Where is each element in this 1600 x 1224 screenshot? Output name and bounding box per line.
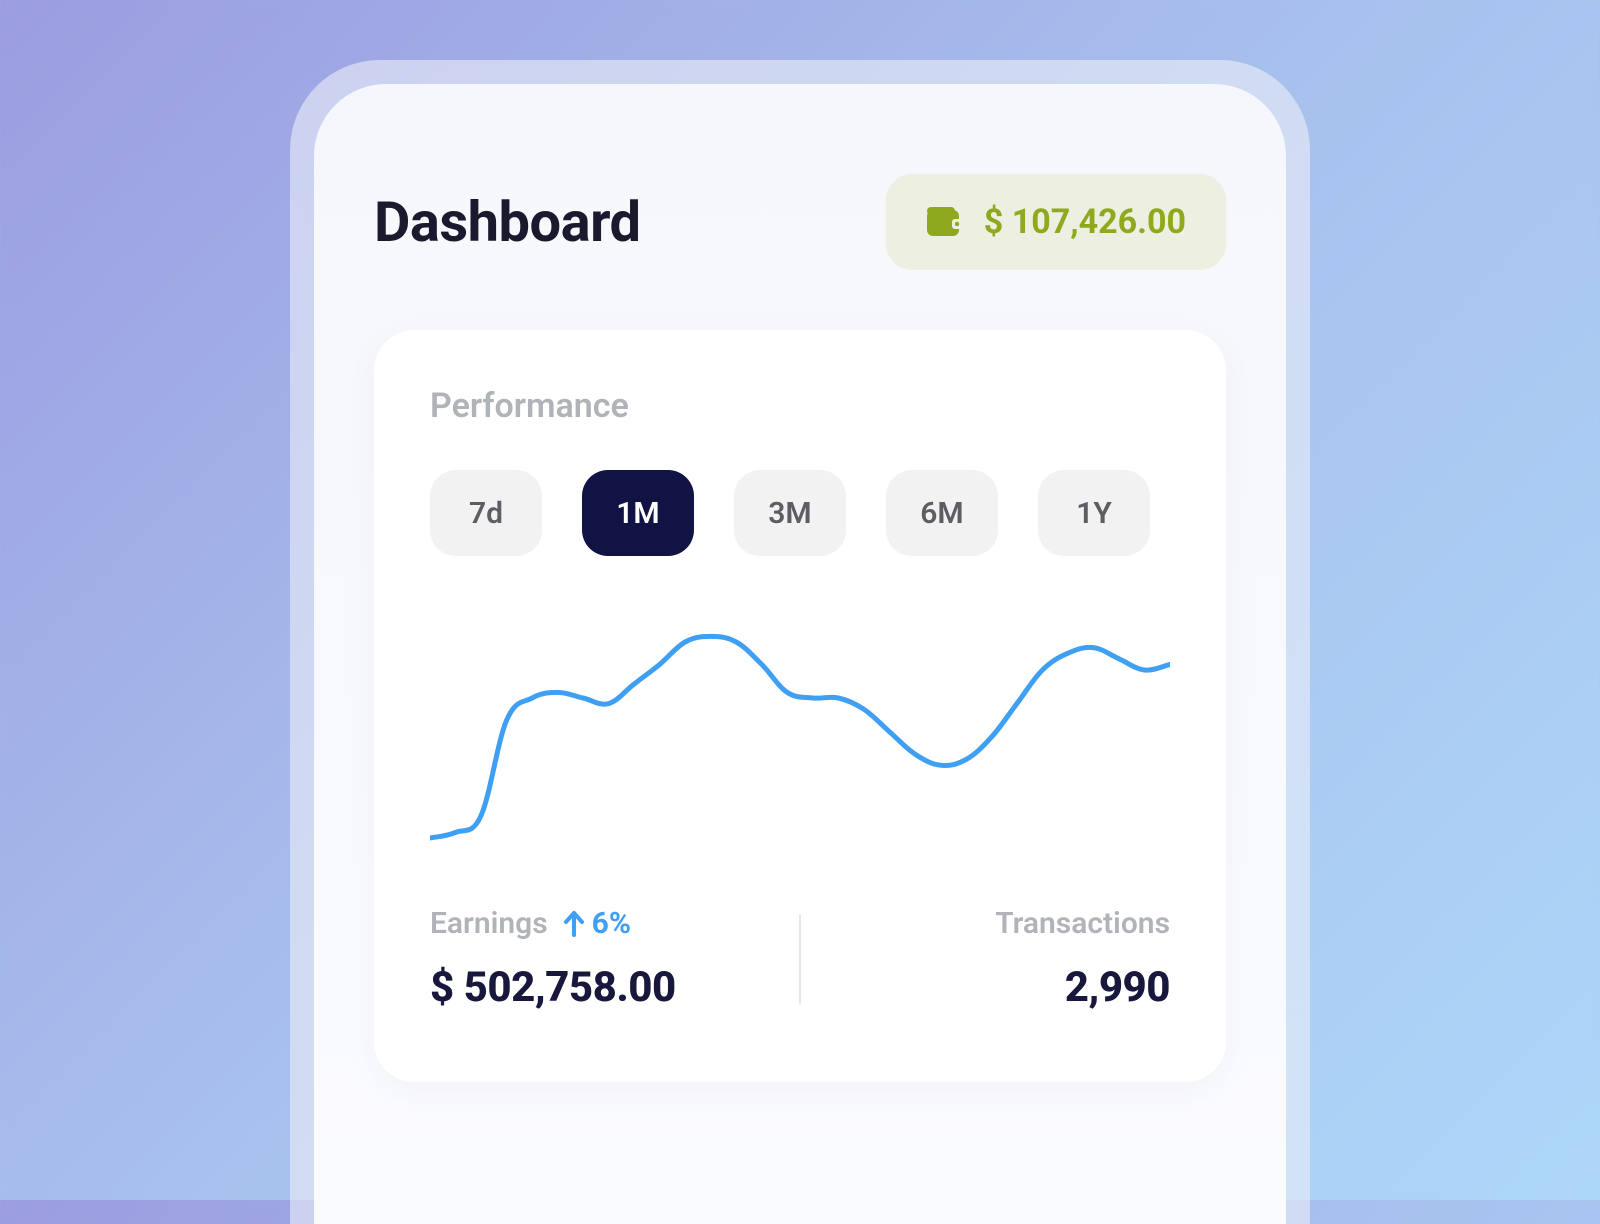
performance-chart — [430, 586, 1170, 866]
wallet-icon — [926, 206, 962, 238]
device-frame: Dashboard $ 107,426.00 Performance 7d 1M — [290, 60, 1310, 1224]
wallet-amount: $ 107,426.00 — [984, 202, 1186, 242]
arrow-up-icon — [562, 910, 586, 938]
earnings-delta: 6% — [562, 906, 631, 941]
stats-row: Earnings 6% $ 502,758.00 — [430, 906, 1170, 1012]
transactions-stat: Transactions 2,990 — [831, 906, 1170, 1012]
range-6m[interactable]: 6M — [886, 470, 998, 556]
page-title: Dashboard — [374, 189, 641, 255]
earnings-delta-value: 6% — [592, 906, 631, 941]
earnings-value: $ 502,758.00 — [430, 963, 769, 1012]
range-7d[interactable]: 7d — [430, 470, 542, 556]
range-1y[interactable]: 1Y — [1038, 470, 1150, 556]
time-range-selector: 7d 1M 3M 6M 1Y — [430, 470, 1170, 556]
card-title: Performance — [430, 386, 1170, 426]
performance-card: Performance 7d 1M 3M 6M 1Y Earnings — [374, 330, 1226, 1082]
transactions-label: Transactions — [995, 906, 1170, 941]
wallet-balance-pill[interactable]: $ 107,426.00 — [886, 174, 1226, 270]
earnings-label: Earnings — [430, 906, 548, 941]
range-3m[interactable]: 3M — [734, 470, 846, 556]
range-1m[interactable]: 1M — [582, 470, 694, 556]
transactions-value: 2,990 — [831, 963, 1170, 1012]
stat-divider — [799, 914, 801, 1004]
earnings-stat: Earnings 6% $ 502,758.00 — [430, 906, 769, 1012]
header: Dashboard $ 107,426.00 — [374, 174, 1226, 270]
screen: Dashboard $ 107,426.00 Performance 7d 1M — [314, 84, 1286, 1224]
